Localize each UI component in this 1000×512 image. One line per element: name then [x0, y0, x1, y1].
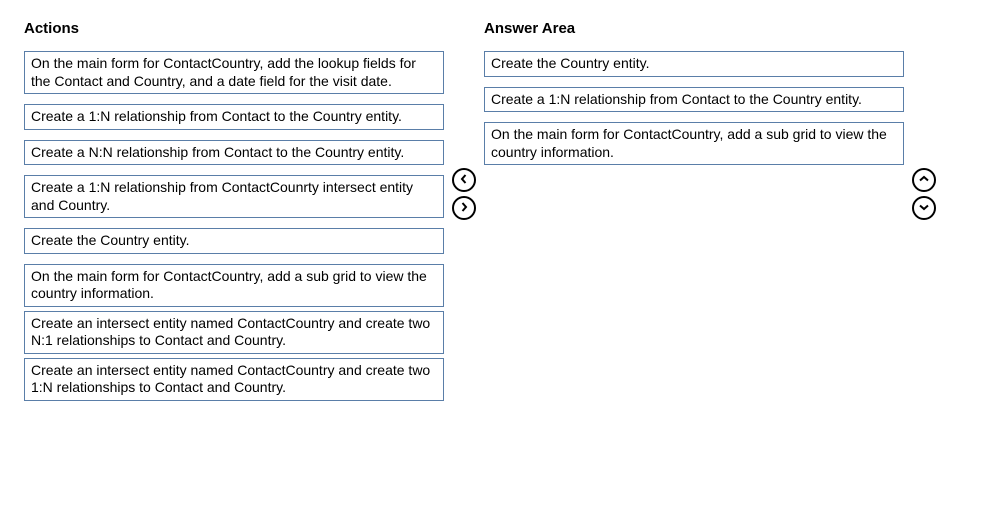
action-item[interactable]: Create a 1:N relationship from Contact t… [24, 104, 444, 130]
action-text: On the main form for ContactCountry, add… [31, 268, 427, 302]
move-up-button[interactable] [912, 168, 936, 192]
action-text: Create a 1:N relationship from Contact t… [31, 108, 402, 124]
answer-item[interactable]: Create the Country entity. [484, 51, 904, 77]
answer-header: Answer Area [484, 20, 904, 37]
drag-drop-question: Actions On the main form for ContactCoun… [0, 0, 1000, 425]
action-item[interactable]: Create a N:N relationship from Contact t… [24, 140, 444, 166]
chevron-up-icon [919, 174, 929, 186]
chevron-down-icon [919, 202, 929, 214]
move-right-button[interactable] [452, 196, 476, 220]
answer-text: Create a 1:N relationship from Contact t… [491, 91, 862, 107]
action-item[interactable]: Create an intersect entity named Contact… [24, 311, 444, 354]
actions-header: Actions [24, 20, 444, 37]
answer-text: Create the Country entity. [491, 55, 649, 71]
answer-column: Answer Area Create the Country entity. C… [484, 20, 904, 405]
action-item[interactable]: Create a 1:N relationship from ContactCo… [24, 175, 444, 218]
action-text: Create the Country entity. [31, 232, 189, 248]
action-text: Create a N:N relationship from Contact t… [31, 144, 404, 160]
action-text: Create a 1:N relationship from ContactCo… [31, 179, 413, 213]
action-item[interactable]: Create an intersect entity named Contact… [24, 358, 444, 401]
action-text: On the main form for ContactCountry, add… [31, 55, 416, 89]
action-text: Create an intersect entity named Contact… [31, 362, 430, 396]
answer-text: On the main form for ContactCountry, add… [491, 126, 887, 160]
answer-item[interactable]: Create a 1:N relationship from Contact t… [484, 87, 904, 113]
answer-item[interactable]: On the main form for ContactCountry, add… [484, 122, 904, 165]
move-left-button[interactable] [452, 168, 476, 192]
order-controls [912, 168, 936, 220]
chevron-left-icon [459, 174, 469, 186]
action-item[interactable]: On the main form for ContactCountry, add… [24, 264, 444, 307]
chevron-right-icon [459, 202, 469, 214]
action-item[interactable]: Create the Country entity. [24, 228, 444, 254]
move-down-button[interactable] [912, 196, 936, 220]
move-controls [452, 168, 476, 220]
action-text: Create an intersect entity named Contact… [31, 315, 430, 349]
action-item[interactable]: On the main form for ContactCountry, add… [24, 51, 444, 94]
actions-column: Actions On the main form for ContactCoun… [24, 20, 444, 405]
